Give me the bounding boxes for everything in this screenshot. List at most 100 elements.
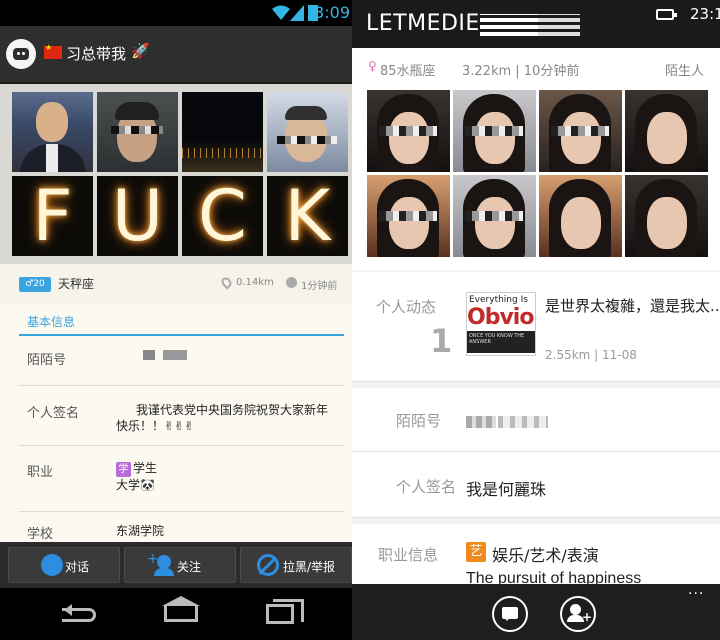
profile-title: 习总带我	[66, 45, 127, 63]
profile-photo[interactable]	[367, 90, 450, 172]
profile-photo[interactable]	[182, 92, 263, 172]
chat-bubble-icon	[502, 607, 518, 621]
photo-grid	[352, 88, 720, 270]
wifi-icon	[272, 5, 290, 20]
block-icon	[257, 554, 279, 576]
right-profile-screen: LETMEDIE 23:1 ♀ 85水瓶座 3.22km | 10分钟前 陌生人…	[352, 0, 720, 640]
chat-button[interactable]	[492, 596, 528, 632]
profile-name: LETMEDIE	[366, 11, 480, 36]
school-label: 学校	[27, 527, 54, 542]
occupation-detail: 大学🐼	[116, 478, 155, 492]
occupation-value: 艺娱乐/艺术/表演	[466, 542, 599, 566]
profile-photo[interactable]	[267, 92, 348, 172]
profile-photo[interactable]	[539, 175, 622, 257]
activity-label: 个人动态	[376, 298, 437, 316]
profile-photo[interactable]: U	[97, 176, 178, 256]
profile-photo[interactable]	[97, 92, 178, 172]
signal-icon	[290, 5, 304, 21]
add-user-icon	[567, 604, 584, 622]
light-letter: F	[32, 176, 73, 256]
relation-label: 陌生人	[665, 64, 705, 79]
profile-photo[interactable]	[12, 92, 93, 172]
gender-age-badge: ♂20	[19, 277, 51, 292]
signature-label: 个人签名	[396, 478, 457, 496]
activity-row[interactable]: 个人动态 1 Everything Is Obvious ONCE YOU KN…	[352, 272, 720, 382]
profile-photo[interactable]: F	[12, 176, 93, 256]
activity-thumbnail: Everything Is Obvious ONCE YOU KNOW THE …	[466, 292, 536, 356]
momo-id-label: 陌陌号	[27, 353, 67, 368]
block-report-button[interactable]: 拉黑/举报	[240, 547, 352, 583]
last-seen-label: 1分钟前	[301, 281, 338, 292]
more-icon[interactable]: ···	[688, 586, 704, 602]
book-cover-title: Obvious	[467, 305, 535, 330]
row-school: 学校 东湖学院	[19, 512, 344, 546]
momo-id-label: 陌陌号	[396, 412, 442, 430]
rocket-emoji: 🚀	[131, 42, 150, 60]
art-icon: 艺	[466, 542, 486, 562]
system-nav-bar	[0, 588, 352, 640]
row-momo-id: 陌陌号	[19, 336, 344, 386]
redacted-id	[143, 350, 155, 360]
profile-photo[interactable]: K	[267, 176, 348, 256]
redacted-name	[480, 14, 538, 36]
chat-button-label: 对话	[65, 560, 90, 574]
back-icon[interactable]	[62, 604, 96, 622]
top-bar: LETMEDIE 23:1	[352, 0, 720, 48]
occupation-value: 学学生 大学🐼	[116, 460, 157, 493]
recent-apps-icon[interactable]	[266, 599, 304, 624]
location-pin-icon	[219, 275, 234, 290]
row-occupation: 职业 学学生 大学🐼	[19, 446, 344, 512]
profile-photo[interactable]	[367, 175, 450, 257]
app-logo-icon[interactable]	[6, 39, 36, 69]
home-icon[interactable]	[162, 596, 200, 622]
occupation-text: 学生	[133, 461, 158, 475]
china-flag-icon	[44, 43, 62, 59]
school-value: 东湖学院	[116, 524, 165, 538]
redacted-id	[498, 416, 548, 428]
bottom-action-bar: + ···	[352, 584, 720, 640]
book-cover-top: Everything Is	[469, 295, 528, 305]
chat-button[interactable]: 对话	[8, 547, 120, 583]
follow-button[interactable]: + 关注	[124, 547, 236, 583]
left-profile-screen: 3:09 习总带我 🚀 F U C K ♂20 天秤座 0.14km 1分钟前 …	[0, 0, 352, 640]
occupation-label: 职业	[27, 465, 54, 480]
activity-text: 是世界太複雜，還是我太...	[545, 297, 720, 315]
light-letter: U	[111, 176, 164, 256]
occupation-label: 职业信息	[378, 546, 439, 564]
activity-meta: 2.55km | 11-08	[545, 348, 637, 362]
profile-photo[interactable]: C	[182, 176, 263, 256]
light-letter: C	[198, 176, 247, 256]
action-bar: 习总带我 🚀	[0, 26, 352, 84]
female-icon: ♀	[368, 59, 377, 73]
clock-icon	[286, 277, 297, 288]
signature-label: 个人签名	[27, 406, 80, 421]
student-icon: 学	[116, 462, 131, 477]
signature-value: 我谨代表党中央国务院祝贺大家新年快乐！！✌✌✌	[116, 403, 329, 433]
tab-basic-info[interactable]: 基本信息	[19, 304, 344, 336]
tab-basic-info-label: 基本信息	[27, 315, 76, 329]
redacted-name	[538, 14, 580, 36]
profile-photo[interactable]	[453, 175, 536, 257]
row-occupation: 职业信息 艺娱乐/艺术/表演 The pursuit of happiness	[352, 524, 720, 587]
profile-photo[interactable]	[539, 90, 622, 172]
age-zodiac-label: 85水瓶座	[380, 64, 436, 79]
profile-photo[interactable]	[453, 90, 536, 172]
add-user-icon	[154, 555, 174, 576]
occupation-text: 娱乐/艺术/表演	[492, 546, 599, 565]
photo-grid: F U C K	[0, 84, 352, 264]
profile-photo[interactable]	[625, 175, 708, 257]
bottom-action-bar: 对话 + 关注 拉黑/举报	[0, 542, 352, 588]
follow-button[interactable]: +	[560, 596, 596, 632]
profile-photo[interactable]	[625, 90, 708, 172]
chat-bubble-icon	[41, 554, 63, 576]
light-letter: K	[284, 176, 331, 256]
status-bar: 3:09	[0, 0, 352, 26]
plus-icon: +	[582, 610, 593, 624]
book-cover-small: ONCE YOU KNOW THE ANSWER	[469, 333, 525, 345]
block-report-label: 拉黑/举报	[283, 560, 336, 574]
signature-value: 我是何麗珠	[466, 480, 547, 499]
status-time: 23:1	[690, 5, 720, 23]
row-signature: 个人签名 我是何麗珠	[352, 452, 720, 518]
row-momo-id: 陌陌号	[352, 388, 720, 452]
row-signature: 个人签名 我谨代表党中央国务院祝贺大家新年快乐！！✌✌✌	[19, 386, 344, 446]
